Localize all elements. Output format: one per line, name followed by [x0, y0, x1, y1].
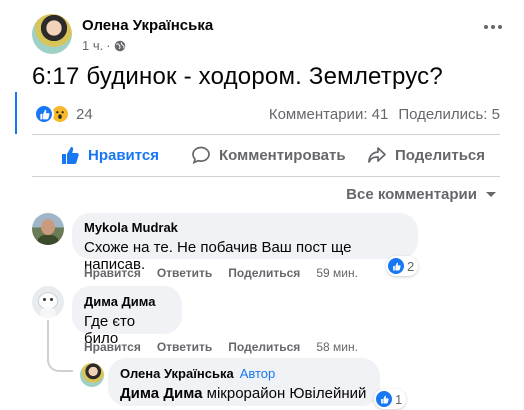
like-button[interactable]: Нравится — [60, 145, 159, 165]
avatar[interactable] — [32, 213, 64, 245]
reply-bubble: Олена Українська Автор Дима Дима мікрорай… — [108, 358, 380, 406]
reaction-count: 24 — [76, 105, 93, 123]
reply-body: мікрорайон Ювілейний — [206, 385, 367, 402]
comment-share-link[interactable]: Поделиться — [228, 340, 300, 354]
comment-like-link[interactable]: Нравится — [84, 266, 141, 280]
comment-reactions[interactable]: 2 — [386, 256, 419, 276]
comment-actions: Нравится Ответить Поделиться 59 мин. — [84, 266, 358, 280]
thumbs-up-icon — [62, 147, 79, 164]
thread-connector — [47, 352, 73, 372]
shares-count[interactable]: Поделились: 5 — [398, 106, 500, 123]
comment-author[interactable]: Дима Дима — [84, 294, 170, 309]
left-accent-bar — [15, 92, 17, 134]
divider — [32, 176, 500, 177]
reply-text: Дима Дима мікрорайон Ювілейний — [120, 385, 368, 402]
comment-icon — [192, 146, 210, 165]
post-time[interactable]: 1 ч. — [82, 38, 103, 53]
comment-time[interactable]: 58 мин. — [316, 340, 358, 354]
more-options-icon[interactable] — [484, 22, 506, 32]
reply-author-line: Олена Українська Автор — [120, 366, 368, 381]
reply-reaction-count: 1 — [395, 391, 403, 407]
comments-filter-label: Все комментарии — [346, 186, 477, 203]
post-meta: 1 ч. · — [82, 38, 126, 53]
post-author-name[interactable]: Олена Українська — [82, 17, 213, 34]
share-label: Поделиться — [395, 146, 486, 164]
post-text: 6:17 будинок - ходором. Землетрус? — [32, 63, 443, 90]
post-stats: Комментарии: 41 Поделились: 5 — [269, 106, 500, 123]
divider — [32, 134, 500, 135]
like-reaction-icon — [376, 391, 392, 407]
avatar[interactable] — [32, 286, 64, 318]
comment-actions: Нравится Ответить Поделиться 58 мин. — [84, 340, 358, 354]
comments-filter-dropdown[interactable]: Все комментарии — [346, 186, 497, 203]
comment-reply-link[interactable]: Ответить — [157, 266, 212, 280]
share-button[interactable]: Поделиться — [367, 145, 485, 165]
like-reaction-icon — [34, 104, 54, 124]
share-icon — [368, 147, 386, 163]
comment-time[interactable]: 59 мин. — [316, 266, 358, 280]
like-reaction-icon — [388, 258, 404, 274]
comment-share-link[interactable]: Поделиться — [228, 266, 300, 280]
reply-mention[interactable]: Дима Дима — [120, 385, 202, 402]
avatar[interactable] — [80, 363, 104, 387]
comments-count[interactable]: Комментарии: 41 — [269, 106, 389, 123]
comment-bubble: Дима Дима Где єто било — [72, 286, 182, 347]
author-avatar[interactable] — [32, 14, 72, 54]
reply-author[interactable]: Олена Українська — [120, 366, 234, 381]
reply-reactions[interactable]: 1 — [374, 389, 407, 409]
comment-label: Комментировать — [219, 146, 346, 164]
comment-reaction-count: 2 — [407, 258, 415, 274]
comment-button[interactable]: Комментировать — [191, 145, 346, 165]
comment-reply-link[interactable]: Ответить — [157, 340, 212, 354]
comment-bubble: Mykola Mudrak Схоже на те. Не побачив Ва… — [72, 213, 418, 273]
comment-author[interactable]: Mykola Mudrak — [84, 220, 406, 235]
like-label: Нравится — [88, 146, 160, 164]
chevron-down-icon — [486, 191, 496, 197]
author-badge: Автор — [239, 366, 276, 381]
reactions-summary[interactable]: 24 — [34, 104, 93, 124]
comment-like-link[interactable]: Нравится — [84, 340, 141, 354]
globe-icon — [114, 40, 125, 51]
